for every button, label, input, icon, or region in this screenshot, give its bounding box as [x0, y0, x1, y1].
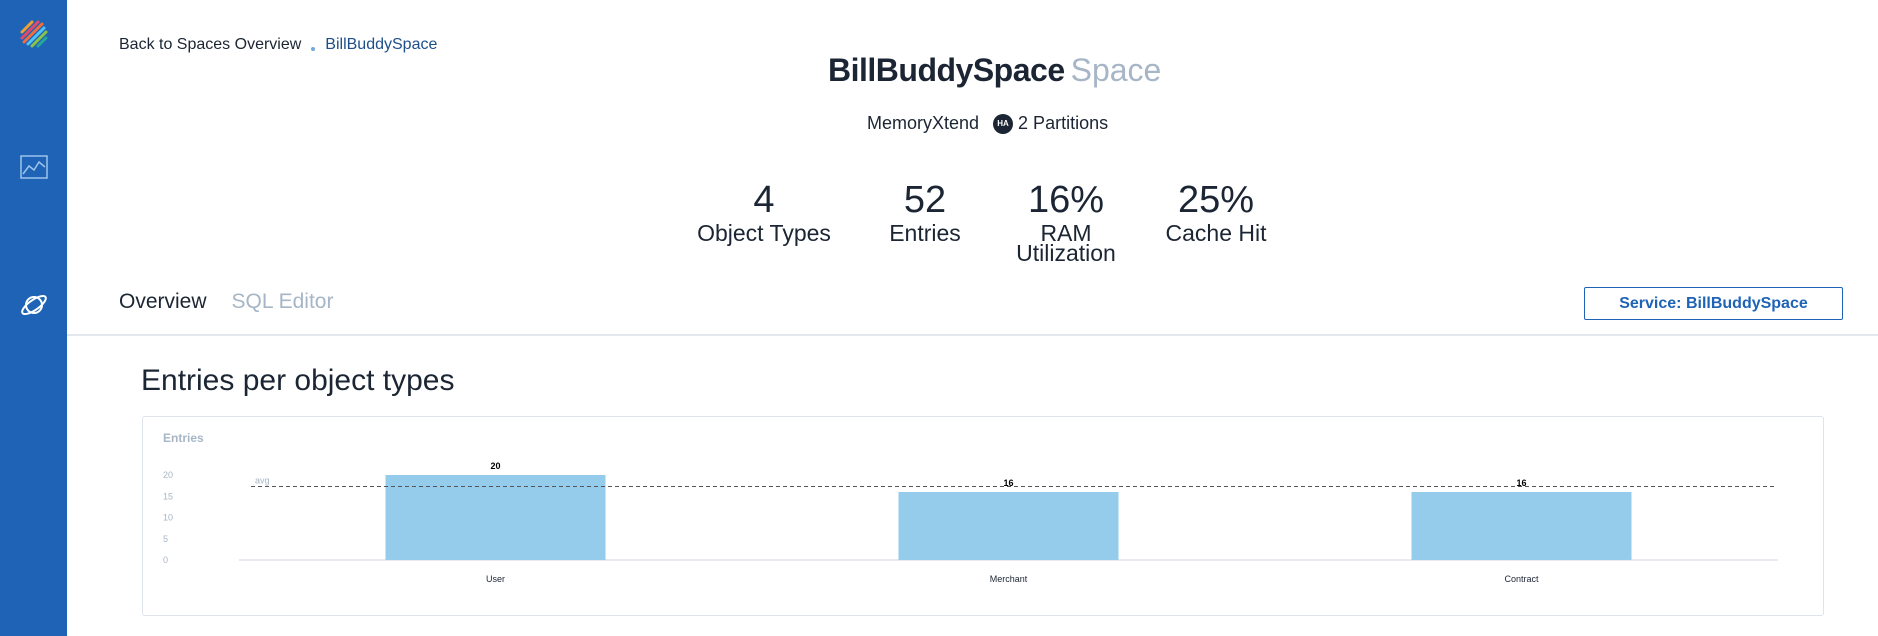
memory-type: MemoryXtend [867, 113, 980, 133]
chart-icon[interactable] [0, 155, 67, 179]
stat-entries: 52 Entries [875, 179, 975, 246]
stat-label: Entries [889, 220, 961, 246]
tab-bar: Overview SQL Editor [119, 290, 358, 314]
stat-value: 16% [1027, 179, 1105, 221]
back-to-spaces-link[interactable]: Back to Spaces Overview [119, 36, 301, 54]
space-meta: MemoryXtend HA 2 Partitions [867, 113, 1108, 134]
service-button[interactable]: Service: BillBuddySpace [1584, 287, 1843, 320]
stat-object-types: 4 Object Types [694, 179, 834, 246]
average-label: avg [255, 475, 270, 485]
section-title: Entries per object types [141, 364, 455, 397]
planet-icon[interactable] [0, 290, 67, 320]
bar [898, 492, 1119, 560]
divider [67, 334, 1878, 336]
breadcrumb: Back to Spaces Overview BillBuddySpace [119, 36, 437, 54]
title-suffix: Space [1070, 52, 1162, 88]
breadcrumb-separator [311, 47, 316, 51]
tab-sql-editor[interactable]: SQL Editor [232, 290, 334, 314]
x-tick-label: User [486, 574, 505, 584]
stat-label: RAM Utilization [1016, 220, 1116, 266]
stat-value: 4 [753, 179, 775, 221]
chart-card: Entries 0 5 10 15 20 20 User 16 Merchant 16 Contrac… [142, 416, 1824, 616]
ha-badge: HA [993, 113, 1014, 134]
breadcrumb-current: BillBuddySpace [325, 36, 438, 53]
chart-title: Entries [163, 431, 204, 445]
stat-ram-utilization: 16% RAM Utilization [1006, 179, 1126, 266]
sidebar [0, 0, 67, 636]
space-name: BillBuddySpace [828, 52, 1065, 88]
bar [1411, 492, 1632, 560]
y-tick-label: 10 [163, 513, 173, 523]
logo-icon[interactable] [0, 18, 67, 50]
stat-label: Cache Hit [1165, 220, 1267, 246]
y-tick-label: 0 [163, 555, 168, 565]
bar-value-label: 20 [490, 461, 500, 471]
stat-label: Object Types [697, 220, 831, 246]
entries-chart: Entries0510152020User16Merchant16Contrac… [163, 431, 1778, 584]
stat-cache-hit: 25% Cache Hit [1156, 179, 1276, 246]
partitions-count: 2 Partitions [1018, 113, 1109, 133]
page-title: BillBuddySpace Space [828, 52, 1161, 89]
stat-value: 25% [1177, 179, 1255, 221]
tab-overview[interactable]: Overview [119, 290, 207, 314]
y-tick-label: 15 [163, 491, 173, 501]
y-tick-label: 5 [163, 534, 168, 544]
stat-value: 52 [903, 179, 947, 221]
bar [385, 475, 606, 560]
x-tick-label: Merchant [990, 574, 1028, 584]
x-tick-label: Contract [1504, 574, 1539, 584]
y-tick-label: 20 [163, 470, 173, 480]
